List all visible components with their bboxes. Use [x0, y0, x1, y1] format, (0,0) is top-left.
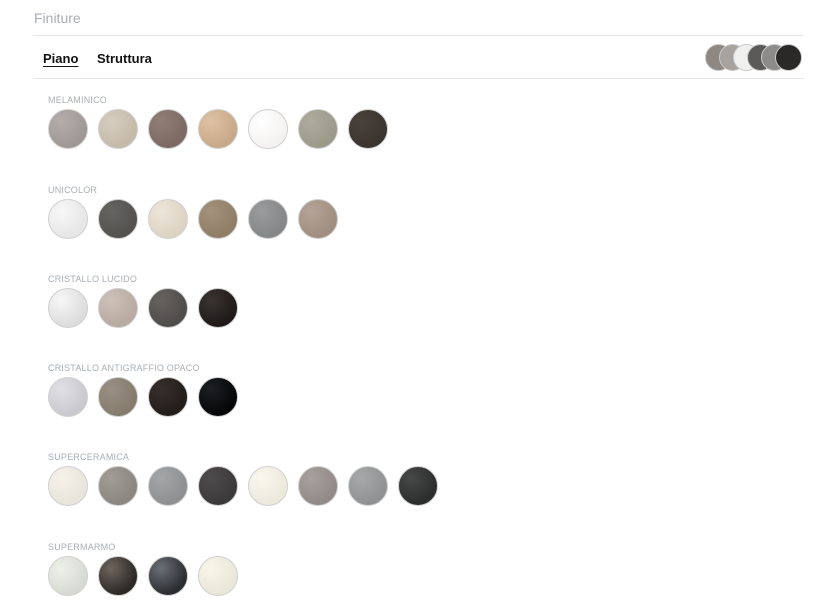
preview-swatch: [775, 44, 802, 71]
tab-struttura[interactable]: Struttura: [97, 51, 152, 66]
finish-swatch[interactable]: [48, 109, 88, 149]
finish-group: CRISTALLO ANTIGRAFFIO OPACO: [48, 362, 238, 417]
finish-swatch[interactable]: [198, 466, 238, 506]
finish-swatch[interactable]: [98, 288, 138, 328]
finish-swatch[interactable]: [148, 199, 188, 239]
finish-group: CRISTALLO LUCIDO: [48, 273, 238, 328]
finish-swatch[interactable]: [48, 466, 88, 506]
finish-swatch[interactable]: [398, 466, 438, 506]
finish-swatch[interactable]: [248, 199, 288, 239]
finish-swatch[interactable]: [98, 109, 138, 149]
finish-swatch[interactable]: [198, 199, 238, 239]
finish-group: SUPERCERAMICA: [48, 451, 438, 506]
finish-swatch[interactable]: [248, 109, 288, 149]
swatch-row: [48, 377, 468, 417]
finish-group-label: SUPERMARMO: [48, 542, 116, 552]
finish-swatch[interactable]: [348, 109, 388, 149]
swatch-row: [48, 288, 468, 328]
finish-swatch[interactable]: [198, 556, 238, 596]
swatch-row: [48, 199, 468, 239]
finish-group: SUPERMARMO: [48, 541, 238, 596]
finish-swatch[interactable]: [148, 109, 188, 149]
finish-swatch[interactable]: [198, 109, 238, 149]
finish-swatch[interactable]: [98, 199, 138, 239]
swatch-row: [48, 556, 468, 596]
finish-swatch[interactable]: [48, 377, 88, 417]
finish-swatch[interactable]: [348, 466, 388, 506]
finish-tabs-bar: Piano Struttura: [33, 35, 804, 79]
finish-swatch[interactable]: [48, 288, 88, 328]
finish-swatch[interactable]: [298, 199, 338, 239]
finish-swatch[interactable]: [198, 377, 238, 417]
finish-swatch[interactable]: [98, 556, 138, 596]
finish-group-label: UNICOLOR: [48, 185, 98, 195]
finish-group-label: MELAMINICO: [48, 95, 108, 105]
finish-group-label: SUPERCERAMICA: [48, 452, 130, 462]
tab-piano[interactable]: Piano: [43, 51, 78, 66]
section-title: Finiture: [34, 10, 81, 26]
finish-group: MELAMINICO: [48, 94, 388, 149]
selected-finish-preview: [705, 44, 805, 72]
finish-swatch[interactable]: [148, 377, 188, 417]
finish-swatch[interactable]: [298, 109, 338, 149]
finish-swatch[interactable]: [48, 199, 88, 239]
finish-swatch[interactable]: [48, 556, 88, 596]
finish-group: UNICOLOR: [48, 184, 338, 239]
finish-swatch[interactable]: [148, 288, 188, 328]
finish-swatch[interactable]: [198, 288, 238, 328]
finish-swatch[interactable]: [298, 466, 338, 506]
finish-swatch[interactable]: [98, 466, 138, 506]
swatch-row: [48, 466, 468, 506]
finish-group-label: CRISTALLO ANTIGRAFFIO OPACO: [48, 363, 200, 373]
finish-swatch[interactable]: [248, 466, 288, 506]
finish-swatch[interactable]: [148, 556, 188, 596]
finish-swatch[interactable]: [98, 377, 138, 417]
finish-group-label: CRISTALLO LUCIDO: [48, 274, 138, 284]
finish-swatch[interactable]: [148, 466, 188, 506]
swatch-row: [48, 109, 468, 149]
